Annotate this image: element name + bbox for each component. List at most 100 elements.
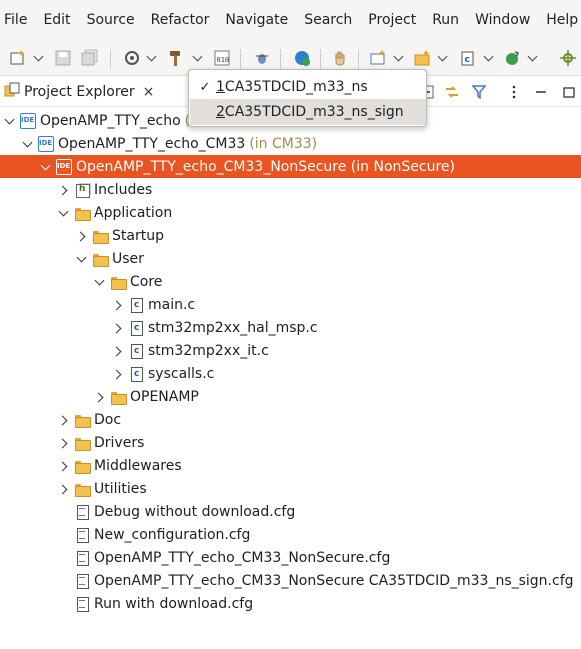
tree-row-label: Doc: [94, 411, 122, 428]
c-file-icon: [128, 320, 144, 336]
menu-run[interactable]: Run: [427, 0, 464, 40]
tree-row-new-config-cfg[interactable]: New_configuration.cfg: [0, 523, 581, 546]
popup-item-mnemonic: 1: [216, 79, 225, 95]
folder-icon: [74, 435, 91, 451]
expand-chevron-icon[interactable]: [93, 275, 107, 289]
tree-row-startup[interactable]: Startup: [0, 224, 581, 247]
tree-row-nonsecure-selected[interactable]: OpenAMP_TTY_echo_CM33_NonSecure (in NonS…: [0, 155, 581, 178]
folder-icon: [110, 274, 127, 290]
expand-chevron-icon[interactable]: [39, 160, 53, 174]
c-file-icon: [128, 343, 144, 359]
tree-row-core[interactable]: Core: [0, 270, 581, 293]
expand-chevron-icon[interactable]: [3, 114, 17, 128]
menu-window[interactable]: Window: [470, 0, 535, 40]
tree-row-label: Middlewares: [94, 457, 182, 474]
tree-row-hal-msp-c[interactable]: stm32mp2xx_hal_msp.c: [0, 316, 581, 339]
build-dropdown-chevron-icon[interactable]: [193, 51, 203, 65]
new-folder-icon[interactable]: [412, 48, 432, 68]
expand-chevron-icon[interactable]: [75, 252, 89, 266]
tree-row-openamp-tty-echo-cm33[interactable]: OpenAMP_TTY_echo_CM33 (in CM33): [0, 132, 581, 155]
new-dropdown-chevron-icon[interactable]: [34, 51, 44, 65]
collapse-chevron-icon[interactable]: [57, 436, 71, 450]
cfg-file-icon: [74, 550, 90, 566]
popup-item-label: CA35TDCID_m33_ns: [224, 79, 368, 95]
collapse-chevron-icon[interactable]: [111, 298, 125, 312]
tree-row-middlewares[interactable]: Middlewares: [0, 454, 581, 477]
collapse-chevron-icon[interactable]: [57, 459, 71, 473]
settings-icon[interactable]: [122, 48, 142, 68]
tab-project-explorer[interactable]: Project Explorer ×: [0, 77, 154, 107]
build-hammer-icon[interactable]: [166, 48, 186, 68]
tree-row-syscalls-c[interactable]: syscalls.c: [0, 362, 581, 385]
menu-search[interactable]: Search: [299, 0, 357, 40]
binary-icon[interactable]: 010: [212, 48, 232, 68]
new-project-icon[interactable]: [368, 48, 388, 68]
tree-row-drivers[interactable]: Drivers: [0, 431, 581, 454]
tree-row-label: Startup: [112, 227, 164, 244]
popup-item-mnemonic: 2: [216, 104, 225, 120]
tree-row-main-c[interactable]: main.c: [0, 293, 581, 316]
collapse-chevron-icon[interactable]: [111, 321, 125, 335]
collapse-chevron-icon[interactable]: [57, 183, 71, 197]
run-icon[interactable]: [292, 48, 312, 68]
tree-row-nonsecure-sign-cfg[interactable]: OpenAMP_TTY_echo_CM33_NonSecure CA35TDCI…: [0, 569, 581, 592]
new-icon[interactable]: [8, 48, 28, 68]
tree-row-label: User: [112, 250, 144, 267]
refresh-icon[interactable]: [502, 48, 522, 68]
expand-chevron-icon[interactable]: [21, 137, 35, 151]
tree-row-label: OpenAMP_TTY_echo: [40, 112, 181, 129]
menu-edit[interactable]: Edit: [38, 0, 75, 40]
save-icon[interactable]: [53, 48, 73, 68]
new-class-dropdown-chevron-icon[interactable]: [484, 51, 494, 65]
tree-row-nonsecure-cfg[interactable]: OpenAMP_TTY_echo_CM33_NonSecure.cfg: [0, 546, 581, 569]
popup-item-ca35tdcid-m33-ns[interactable]: ✓ 1 CA35TDCID_m33_ns: [190, 74, 426, 100]
pin-icon[interactable]: [558, 48, 578, 68]
view-menu-icon[interactable]: [505, 83, 523, 101]
collapse-chevron-icon[interactable]: [111, 344, 125, 358]
filter-icon[interactable]: [470, 83, 488, 101]
tree-row-debug-cfg[interactable]: Debug without download.cfg: [0, 500, 581, 523]
tree-row-user[interactable]: User: [0, 247, 581, 270]
folder-icon: [92, 251, 109, 267]
collapse-chevron-icon[interactable]: [93, 390, 107, 404]
collapse-chevron-icon[interactable]: [57, 413, 71, 427]
tree-row-application[interactable]: Application: [0, 201, 581, 224]
tree-row-label: syscalls.c: [148, 365, 215, 382]
hand-icon[interactable]: [330, 48, 350, 68]
tree-row-label: OPENAMP: [130, 388, 199, 405]
expand-chevron-icon[interactable]: [57, 206, 71, 220]
new-project-dropdown-chevron-icon[interactable]: [394, 51, 404, 65]
new-class-icon[interactable]: c: [458, 48, 478, 68]
tree-row-run-cfg[interactable]: Run with download.cfg: [0, 592, 581, 615]
menu-help[interactable]: Help: [541, 0, 581, 40]
tree-row-doc[interactable]: Doc: [0, 408, 581, 431]
c-file-icon: [128, 297, 144, 313]
tree-row-label: stm32mp2xx_hal_msp.c: [148, 319, 318, 336]
menu-refactor[interactable]: Refactor: [146, 0, 215, 40]
maximize-icon[interactable]: [560, 83, 578, 101]
tab-close-icon[interactable]: ×: [143, 84, 155, 100]
collapse-chevron-icon[interactable]: [57, 482, 71, 496]
tree-row-utilities[interactable]: Utilities: [0, 477, 581, 500]
collapse-chevron-icon[interactable]: [111, 367, 125, 381]
tree-row-label: OpenAMP_TTY_echo_CM33_NonSecure (in NonS…: [76, 158, 455, 175]
tree-row-includes[interactable]: Includes: [0, 178, 581, 201]
menu-navigate[interactable]: Navigate: [220, 0, 293, 40]
tree-row-openamp-folder[interactable]: OPENAMP: [0, 385, 581, 408]
minimize-icon[interactable]: [532, 83, 550, 101]
menu-source[interactable]: Source: [82, 0, 140, 40]
popup-item-ca35tdcid-m33-ns-sign[interactable]: 2 CA35TDCID_m33_ns_sign: [190, 99, 426, 125]
debug-icon[interactable]: [252, 48, 272, 68]
refresh-dropdown-chevron-icon[interactable]: [528, 51, 538, 65]
new-folder-dropdown-chevron-icon[interactable]: [438, 51, 448, 65]
collapse-chevron-icon[interactable]: [75, 229, 89, 243]
tree-row-it-c[interactable]: stm32mp2xx_it.c: [0, 339, 581, 362]
settings-dropdown-chevron-icon[interactable]: [147, 51, 157, 65]
save-all-icon[interactable]: [80, 48, 100, 68]
menu-project[interactable]: Project: [363, 0, 421, 40]
link-with-editor-icon[interactable]: [443, 83, 461, 101]
tree-row-label: OpenAMP_TTY_echo_CM33_NonSecure CA35TDCI…: [94, 572, 574, 589]
menu-file[interactable]: File: [0, 0, 32, 40]
cfg-file-icon: [74, 527, 90, 543]
svg-text:010: 010: [217, 56, 230, 64]
